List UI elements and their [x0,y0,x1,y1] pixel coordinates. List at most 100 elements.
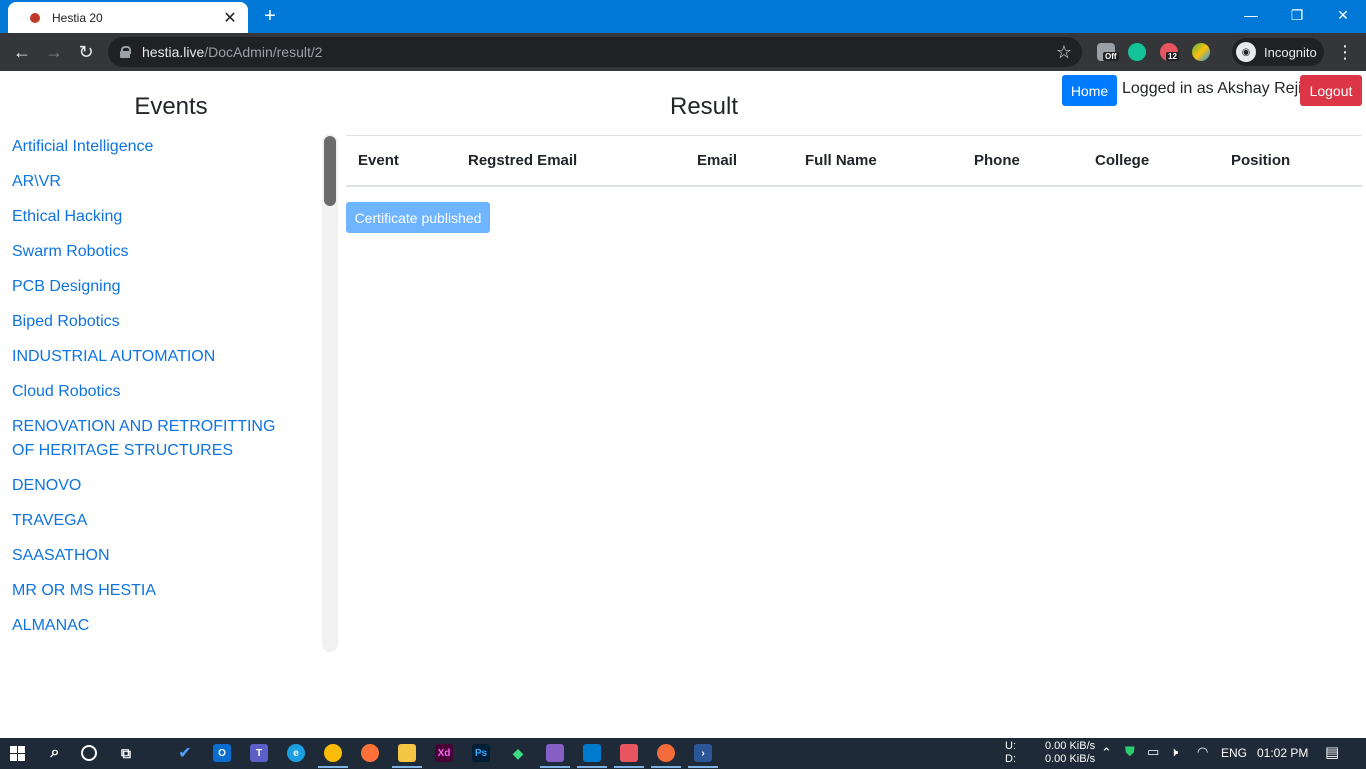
powershell-active-indicator [688,766,718,768]
battery-icon[interactable]: ▭ [1147,744,1159,760]
event-link[interactable]: TRAVEGA [0,509,320,533]
result-heading: Result [669,93,739,120]
incognito-icon: ◉ [1236,42,1256,62]
net-up-speed: 0.00 KiB/s [1045,740,1096,752]
event-link[interactable]: Ethical Hacking [0,205,320,229]
reload-icon[interactable]: ↻ [75,41,97,63]
clock[interactable]: 01:02 PM [1257,746,1308,760]
tab-title: Hestia 20 [52,10,103,25]
teams-icon[interactable]: T [250,744,268,762]
tab-close-icon[interactable]: ✕ [222,8,238,28]
event-link[interactable]: Swarm Robotics [0,240,320,264]
url-host: hestia.live [142,44,205,60]
sidebar-scrollbar-thumb[interactable] [324,136,336,206]
event-link[interactable]: ALMANAC [0,614,320,638]
photoshop-icon[interactable]: Ps [472,744,490,762]
column-header-college: College [1083,135,1219,187]
extension-count-icon[interactable]: 12 [1160,43,1179,61]
event-link[interactable]: Artificial Intelligence [0,135,320,159]
grammarly-icon[interactable] [1128,43,1146,61]
back-arrow-icon[interactable]: ← [11,41,33,63]
browser-toolbar: ← → ↻ hestia.live/DocAdmin/result/2 ☆ Of… [0,33,1366,71]
explorer-active-indicator [392,766,422,768]
minimize-button[interactable]: — [1228,0,1274,30]
firefox-icon[interactable] [361,744,379,762]
vscode-active-indicator [577,766,607,768]
android-studio-icon[interactable]: ◆ [509,744,527,762]
task-view-icon[interactable]: ⧉ [117,744,135,762]
color-extension-icon[interactable] [1192,43,1210,61]
outlook-icon[interactable]: O [213,744,231,762]
chrome-active-indicator [318,766,348,768]
event-link[interactable]: SAASATHON [0,544,320,568]
notifications-icon[interactable]: ▤ [1325,743,1339,761]
net-down-label: D: [1005,753,1016,765]
tray-chevron-icon[interactable]: ⌃ [1101,745,1112,761]
forward-arrow-icon[interactable]: → [43,41,65,63]
event-link[interactable]: Biped Robotics [0,310,320,334]
visual-studio-icon[interactable] [546,744,564,762]
event-link[interactable]: PCB Designing [0,275,320,299]
column-header-position: Position [1219,135,1362,187]
language-indicator[interactable]: ENG [1221,746,1247,760]
column-header-phone: Phone [962,135,1083,187]
sidebar-scrollbar[interactable] [322,134,338,652]
column-header-email: Email [685,135,793,187]
address-bar[interactable]: hestia.live/DocAdmin/result/2 ☆ [108,37,1082,67]
event-link[interactable]: MR OR MS HESTIA [0,579,320,603]
volume-muted-icon[interactable]: 🕨 [1170,744,1178,760]
event-link[interactable]: AR\VR [0,170,320,194]
logged-in-text: Logged in as Akshay Reji [1122,80,1302,97]
favicon-icon [30,12,40,23]
column-header-registered-email: Regstred Email [456,135,685,187]
browser-tab[interactable]: Hestia 20 ✕ [8,2,248,33]
new-tab-button[interactable]: + [259,5,281,27]
app-active-indicator [614,766,644,768]
certificate-published-button[interactable]: Certificate published [346,202,490,233]
events-list: Artificial Intelligence AR\VR Ethical Ha… [0,135,320,649]
postman-icon[interactable] [657,744,675,762]
vscode-icon[interactable] [583,744,601,762]
windows-start-icon[interactable] [10,746,25,761]
app-icon[interactable] [620,744,638,762]
incognito-label: Incognito [1264,44,1317,60]
edge-icon[interactable]: e [287,744,305,762]
event-link[interactable]: RENOVATION AND RETROFITTING OF HERITAGE … [0,415,320,463]
net-up-label: U: [1005,740,1016,752]
page-content: Events Artificial Intelligence AR\VR Eth… [0,71,1366,738]
event-link[interactable]: DENOVO [0,474,320,498]
restore-button[interactable]: ❐ [1274,0,1320,30]
event-link[interactable]: Cloud Robotics [0,380,320,404]
net-down-speed: 0.00 KiB/s [1045,753,1096,765]
security-shield-icon[interactable]: ⛊ [1125,744,1135,760]
close-window-button[interactable]: ✕ [1320,0,1366,30]
file-explorer-icon[interactable] [398,744,416,762]
events-heading: Events [134,93,208,120]
chrome-icon[interactable] [324,744,342,762]
adobe-xd-icon[interactable]: Xd [435,744,453,762]
url-path: /DocAdmin/result/2 [204,44,323,60]
extension-off-badge: Off [1103,52,1119,61]
postman-active-indicator [651,766,681,768]
result-table: Event Regstred Email Email Full Name Pho… [346,135,1362,187]
powershell-icon[interactable]: › [694,744,712,762]
browser-titlebar: Hestia 20 ✕ + — ❐ ✕ [0,0,1366,33]
logout-button[interactable]: Logout [1300,75,1362,106]
incognito-indicator[interactable]: ◉ Incognito [1232,38,1324,66]
column-header-full-name: Full Name [793,135,962,187]
wifi-icon[interactable]: ◠ [1197,744,1208,760]
windows-taskbar: ⌕ ⧉ ✔ O T e Xd Ps ◆ › U: D: 0.00 KiB/s 0… [0,738,1366,769]
extension-count-badge: 12 [1166,52,1179,61]
search-icon[interactable]: ⌕ [46,744,64,762]
todo-icon[interactable]: ✔ [176,744,194,762]
column-header-event: Event [346,135,456,187]
browser-menu-icon[interactable]: ⋮ [1336,42,1354,63]
bookmark-star-icon[interactable]: ☆ [1056,42,1072,63]
lock-icon [120,46,131,58]
extension-off-icon[interactable]: Off [1097,43,1119,61]
event-link[interactable]: INDUSTRIAL AUTOMATION [0,345,320,369]
vs-active-indicator [540,766,570,768]
table-header-row: Event Regstred Email Email Full Name Pho… [346,135,1362,187]
home-button[interactable]: Home [1062,75,1117,106]
cortana-icon[interactable] [81,745,97,761]
